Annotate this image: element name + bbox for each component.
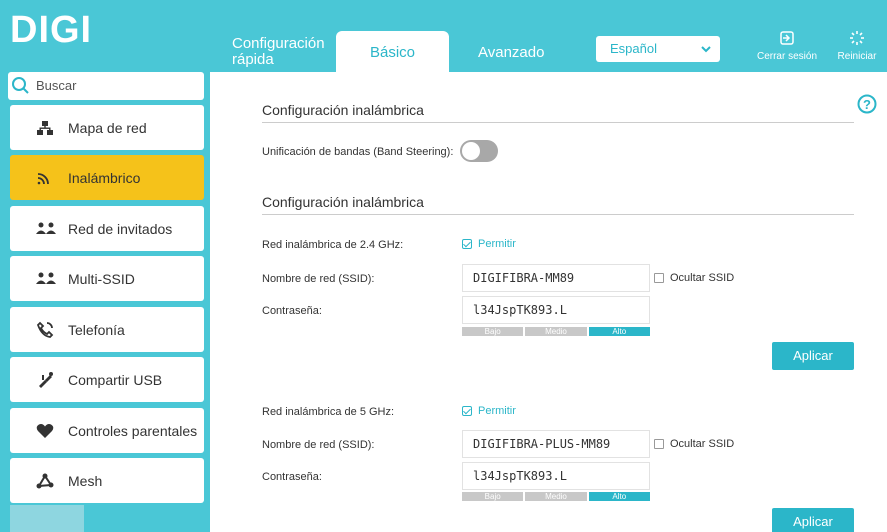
tab-quick-config[interactable]: Configuración rápida: [232, 36, 332, 68]
divider: [262, 122, 854, 123]
mesh-icon: [36, 473, 54, 489]
checkbox-icon: [654, 439, 664, 449]
sidebar-item-parental-controls[interactable]: Controles parentales: [10, 408, 204, 453]
checkbox-icon: [462, 406, 472, 416]
logout-icon: [752, 30, 822, 49]
search-box[interactable]: Buscar: [8, 72, 204, 100]
net5-label: Red inalámbrica de 5 GHz:: [262, 406, 395, 418]
net24-label: Red inalámbrica de 2.4 GHz:: [262, 239, 404, 251]
search-input[interactable]: Buscar: [36, 78, 76, 93]
apply-button-5[interactable]: Aplicar: [772, 508, 854, 532]
reboot-button[interactable]: Reiniciar: [830, 30, 884, 62]
svg-text:DIGI: DIGI: [10, 12, 92, 46]
checkbox-icon: [462, 239, 472, 249]
sidebar-item-usb-share[interactable]: Compartir USB: [10, 357, 204, 402]
digi-logo: DIGI: [10, 9, 122, 51]
divider: [262, 214, 854, 215]
sidebar-item-wireless[interactable]: Inalámbrico: [10, 155, 204, 200]
tab-basic[interactable]: Básico: [336, 31, 449, 72]
sidebar-item-mesh[interactable]: Mesh: [10, 458, 204, 503]
sidebar-footer: [10, 505, 84, 532]
net24-password-label: Contraseña:: [262, 305, 322, 317]
guest-network-icon: [36, 222, 56, 236]
apply-button-24[interactable]: Aplicar: [772, 342, 854, 370]
sidebar-item-multi-ssid[interactable]: Multi-SSID: [10, 256, 204, 301]
section-title-wireless-2: Configuración inalámbrica: [262, 194, 424, 210]
phone-icon: [36, 321, 54, 339]
main-panel: Configuración inalámbrica ? Unificación …: [210, 72, 887, 532]
svg-text:?: ?: [863, 97, 871, 112]
net5-password-strength: Bajo Medio Alto: [462, 492, 650, 501]
net5-password-label: Contraseña:: [262, 471, 322, 483]
net24-password-input[interactable]: l34JspTK893.L: [462, 296, 650, 324]
top-bar: DIGI Configuración rápida Básico Avanzad…: [0, 0, 887, 72]
net5-hide-ssid-checkbox[interactable]: Ocultar SSID: [654, 438, 734, 450]
net5-ssid-label: Nombre de red (SSID):: [262, 439, 375, 451]
search-icon: [11, 76, 31, 99]
net24-hide-ssid-checkbox[interactable]: Ocultar SSID: [654, 272, 734, 284]
sidebar-item-telephony[interactable]: Telefonía: [10, 307, 204, 352]
sidebar-item-network-map[interactable]: Mapa de red: [10, 105, 204, 150]
net5-ssid-input[interactable]: DIGIFIBRA-PLUS-MM89: [462, 430, 650, 458]
section-title-wireless: Configuración inalámbrica: [262, 102, 424, 118]
net5-enable-checkbox[interactable]: Permitir: [462, 405, 516, 417]
wireless-icon: [36, 170, 52, 186]
tab-advanced[interactable]: Avanzado: [478, 44, 544, 61]
multi-ssid-icon: [36, 272, 56, 286]
net24-ssid-label: Nombre de red (SSID):: [262, 273, 375, 285]
band-steering-toggle[interactable]: [460, 140, 498, 162]
net24-ssid-input[interactable]: DIGIFIBRA-MM89: [462, 264, 650, 292]
chevron-down-icon: [700, 36, 712, 71]
net24-password-strength: Bajo Medio Alto: [462, 327, 650, 336]
network-map-icon: [36, 120, 54, 136]
net24-enable-checkbox[interactable]: Permitir: [462, 238, 516, 250]
language-select[interactable]: Español: [596, 36, 720, 62]
reboot-icon: [830, 30, 884, 49]
help-icon[interactable]: ?: [857, 94, 877, 119]
checkbox-icon: [654, 273, 664, 283]
net5-password-input[interactable]: l34JspTK893.L: [462, 462, 650, 490]
band-steering-label: Unificación de bandas (Band Steering):: [262, 146, 454, 158]
logout-button[interactable]: Cerrar sesión: [752, 30, 822, 62]
usb-icon: [36, 371, 54, 389]
sidebar: Buscar Mapa de red Inalámbrico Red de in…: [0, 72, 210, 532]
sidebar-item-guest-network[interactable]: Red de invitados: [10, 206, 204, 251]
heart-icon: [36, 423, 54, 439]
